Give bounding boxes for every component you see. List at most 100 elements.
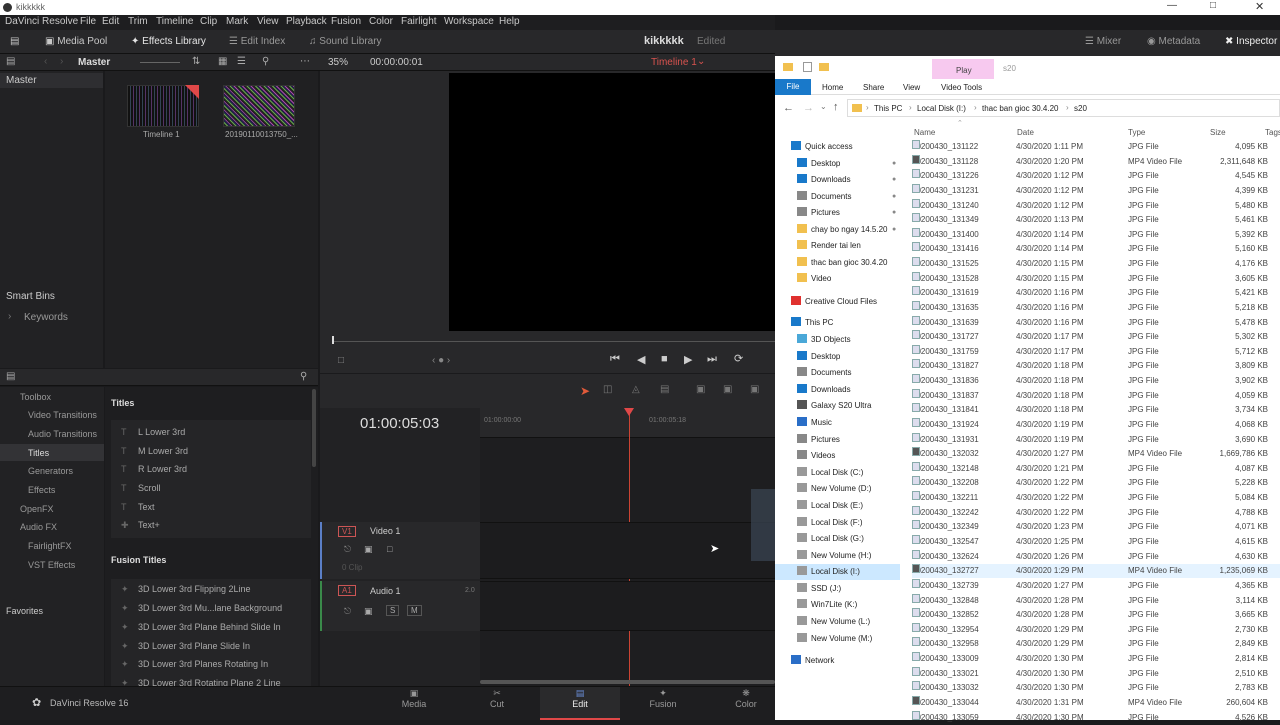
tab-share[interactable]: Share [863,83,884,92]
menu-davinci[interactable]: DaVinci Resolve [5,16,78,27]
menu-edit[interactable]: Edit [102,16,119,27]
file-row[interactable]: 20200430_131619 4/30/2020 1:16 PM JPG File… [912,286,1280,300]
breadcrumb-local-disk[interactable]: Local Disk (I:) [917,104,966,113]
timeline-selector[interactable]: Timeline 1 [651,57,697,68]
up-arrow-icon[interactable]: ↑ [833,101,839,113]
menu-fusion[interactable]: Fusion [331,16,361,27]
title-item[interactable]: Text+ [138,520,160,530]
effects-scrollbar[interactable] [312,389,316,467]
file-row[interactable]: 20200430_132242 4/30/2020 1:22 PM JPG File… [912,505,1280,520]
file-row[interactable]: 20200430_133009 4/30/2020 1:30 PM JPG File… [912,652,1280,666]
lock-icon[interactable]: ⎋ [344,606,351,617]
dynamic-trim-icon[interactable]: ◬ [632,384,640,395]
menu-timeline[interactable]: Timeline [156,16,193,27]
title-item[interactable]: R Lower 3rd [138,464,187,474]
overwrite-clip-icon[interactable]: ▣ [723,384,732,395]
tab-home[interactable]: Home [822,83,843,92]
file-row[interactable]: 20200430_133032 4/30/2020 1:30 PM JPG File… [912,681,1280,695]
panel-layout-icon[interactable]: ▤ [10,36,19,47]
video-track-lane[interactable] [480,522,775,579]
lock-icon[interactable]: ⎋ [344,544,351,555]
file-row[interactable]: 20200430_132624 4/30/2020 1:26 PM JPG File… [912,549,1280,564]
fusion-title-item[interactable]: 3D Lower 3rd Plane Behind Slide In [138,622,281,632]
breadcrumb-current[interactable]: s20 [1074,104,1087,113]
thumbnail-slider[interactable] [140,62,180,63]
menu-help[interactable]: Help [499,16,520,27]
menu-color[interactable]: Color [369,16,393,27]
solo-button[interactable]: S [386,605,400,616]
file-row[interactable]: 20200430_131924 4/30/2020 1:19 PM JPG File… [912,417,1280,432]
sort-icon[interactable]: ⇅ [192,56,200,67]
tree-toolbox[interactable]: Toolbox [20,392,51,402]
sound-library-button[interactable]: ♫ Sound Library [309,36,382,47]
column-date[interactable]: Date [1017,128,1034,137]
file-row[interactable]: 20200430_132848 4/30/2020 1:28 PM JPG File… [912,593,1280,608]
chevron-down-icon[interactable]: ⌄ [697,56,705,67]
menu-fairlight[interactable]: Fairlight [401,16,437,27]
replace-clip-icon[interactable]: ▣ [750,384,759,395]
keywords-label[interactable]: Keywords [24,312,68,323]
zoom-level[interactable]: 35% [328,57,348,68]
grid-view-icon[interactable]: ▦ [218,56,227,67]
column-size[interactable]: Size [1210,128,1226,137]
track-visibility-icon[interactable]: □ [387,544,392,554]
file-row[interactable]: 20200430_132211 4/30/2020 1:22 PM JPG File… [912,491,1280,505]
file-row[interactable]: 20200430_132208 4/30/2020 1:22 PM JPG File… [912,476,1280,490]
menu-file[interactable]: File [80,16,96,27]
file-row[interactable]: 20200430_131727 4/30/2020 1:17 PM JPG File… [912,330,1280,344]
file-row[interactable]: 20200430_131759 4/30/2020 1:17 PM JPG File… [912,344,1280,359]
file-row[interactable]: 20200430_132852 4/30/2020 1:28 PM JPG File… [912,608,1280,622]
menu-view[interactable]: View [257,16,279,27]
selection-tool-icon[interactable]: ➤ [580,384,590,398]
page-color-button[interactable]: ❋ Color [716,688,776,709]
tree-fairlightfx[interactable]: FairlightFX [28,541,72,551]
search-icon[interactable]: ⚲ [300,371,307,382]
expand-chevron-icon[interactable]: › [8,311,11,322]
page-cut-button[interactable]: ✂ Cut [467,688,527,709]
menu-workspace[interactable]: Workspace [444,16,494,27]
viewer-mode-icon[interactable]: □ [338,355,344,366]
tab-view[interactable]: View [903,83,920,92]
tree-effects[interactable]: Effects [28,485,55,495]
file-row[interactable]: 20200430_132148 4/30/2020 1:21 PM JPG File… [912,461,1280,476]
file-row[interactable]: 20200430_132349 4/30/2020 1:23 PM JPG File… [912,520,1280,534]
edit-index-button[interactable]: ☰ Edit Index [229,36,285,47]
tree-generators[interactable]: Generators [28,466,73,476]
file-row[interactable]: 20200430_131231 4/30/2020 1:12 PM JPG File… [912,183,1280,198]
effects-library-button[interactable]: ✦ Effects Library [131,36,206,47]
title-item[interactable]: Text [138,502,155,512]
file-row[interactable]: 20200430_131827 4/30/2020 1:18 PM JPG File… [912,359,1280,373]
title-item[interactable]: Scroll [138,483,161,493]
mute-button[interactable]: M [407,605,422,616]
file-row[interactable]: 20200430_131416 4/30/2020 1:14 PM JPG File… [912,242,1280,256]
file-row[interactable]: 20200430_131528 4/30/2020 1:15 PM JPG File… [912,271,1280,286]
breadcrumb-this-pc[interactable]: This PC [874,104,902,113]
title-item[interactable]: M Lower 3rd [138,446,188,456]
page-fusion-button[interactable]: ✦ Fusion [633,688,693,709]
column-name[interactable]: Name [914,128,935,137]
tab-file[interactable]: File [775,79,811,95]
file-row[interactable]: 20200430_132727 4/30/2020 1:29 PM MP4 Vide… [912,564,1280,579]
sidebar-toggle-icon[interactable]: ▤ [6,56,15,67]
column-type[interactable]: Type [1128,128,1145,137]
file-row[interactable]: 20200430_131240 4/30/2020 1:12 PM JPG File… [912,198,1280,213]
properties-icon[interactable] [803,62,812,72]
fusion-title-item[interactable]: 3D Lower 3rd Planes Rotating In [138,659,268,669]
column-tags[interactable]: Tags [1265,128,1280,137]
file-row[interactable]: 20200430_132739 4/30/2020 1:27 PM JPG File… [912,578,1280,593]
sidebar-toggle-icon[interactable]: ▤ [6,371,15,382]
file-row[interactable]: 20200430_131837 4/30/2020 1:18 PM JPG File… [912,388,1280,403]
more-options-icon[interactable]: ⋯ [300,56,310,67]
file-row[interactable]: 20200430_133059 4/30/2020 1:30 PM JPG File… [912,710,1280,725]
fusion-title-item[interactable]: 3D Lower 3rd Plane Slide In [138,641,250,651]
back-arrow-icon[interactable]: ← [783,102,794,114]
file-row[interactable]: 20200430_131525 4/30/2020 1:15 PM JPG File… [912,257,1280,271]
close-icon[interactable]: ✕ [1255,0,1264,13]
file-row[interactable]: 20200430_133044 4/30/2020 1:31 PM MP4 Vide… [912,695,1280,710]
file-row[interactable]: 20200430_131400 4/30/2020 1:14 PM JPG File… [912,227,1280,242]
mixer-button[interactable]: ☰ Mixer [1085,36,1121,47]
tree-audio-transitions[interactable]: Audio Transitions [28,429,97,439]
file-row[interactable]: 20200430_131128 4/30/2020 1:20 PM MP4 Vide… [912,154,1280,169]
menu-playback[interactable]: Playback [286,16,327,27]
forward-arrow-icon[interactable]: → [803,102,814,114]
